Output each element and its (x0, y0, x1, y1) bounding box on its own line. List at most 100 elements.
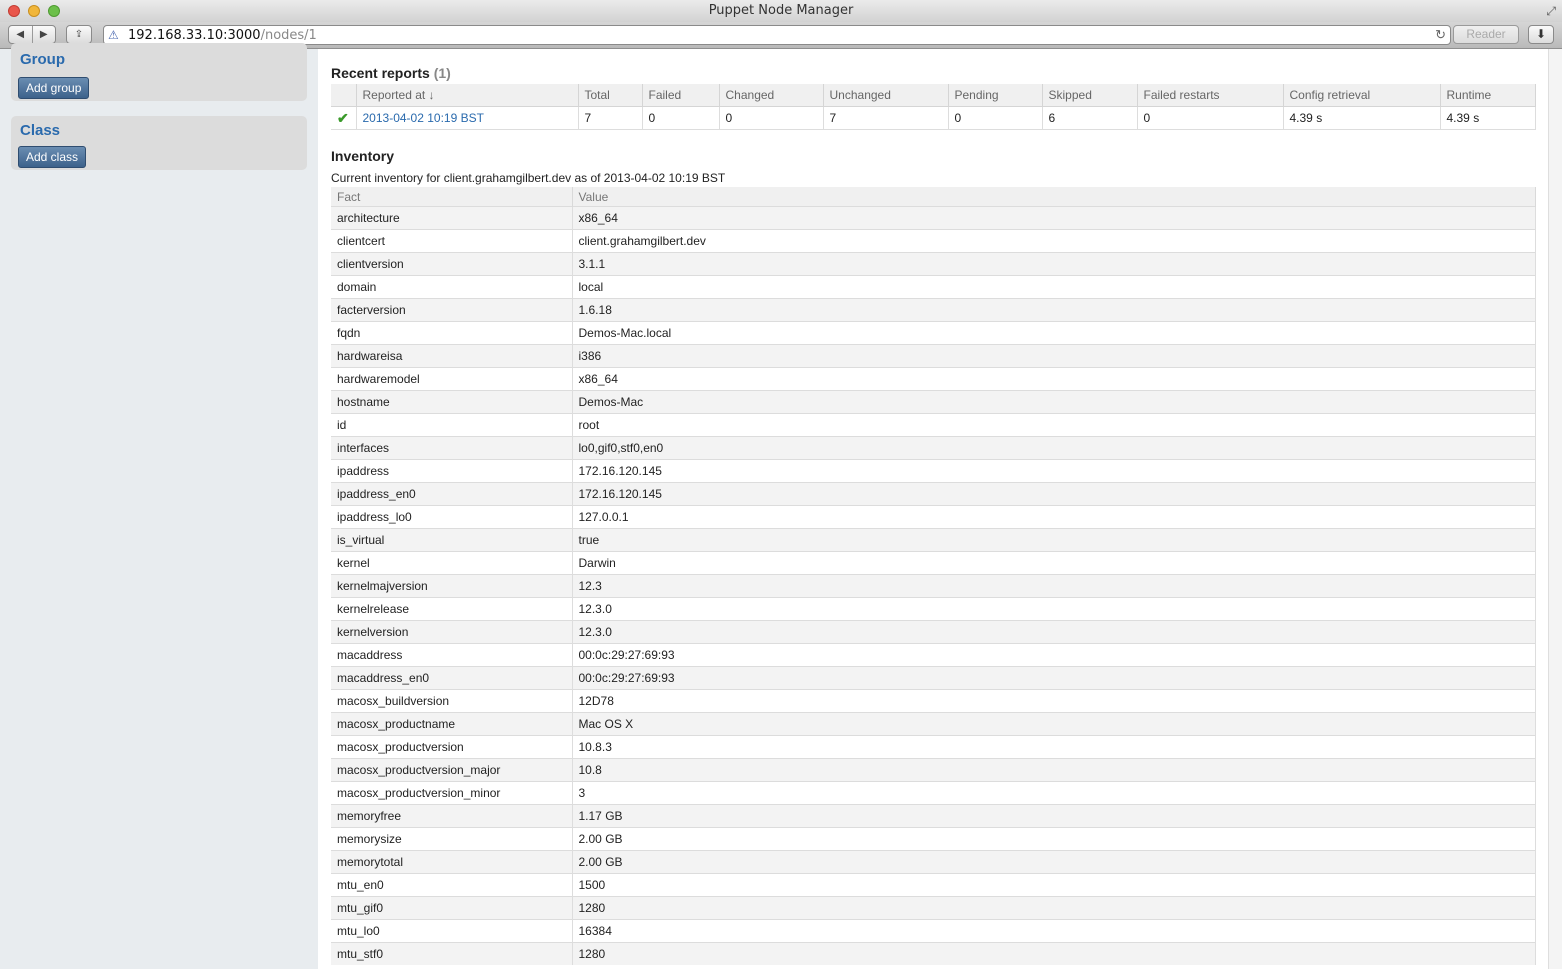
fact-value: 2.00 GB (572, 850, 1536, 874)
fact-name: kernelrelease (331, 597, 573, 621)
fact-row: kernelmajversion 12.3 (331, 574, 1536, 598)
fact-name: memoryfree (331, 804, 573, 828)
fact-name: hostname (331, 390, 573, 414)
reload-icon[interactable]: ↻ (1435, 27, 1446, 43)
fact-value: x86_64 (572, 367, 1536, 391)
fact-value: 10.8 (572, 758, 1536, 782)
reader-button[interactable]: Reader (1453, 25, 1519, 44)
fact-row: macosx_productversion_minor 3 (331, 781, 1536, 805)
skipped-cell: 6 (1042, 106, 1138, 130)
add-group-button[interactable]: Add group (18, 77, 90, 99)
fact-row: mtu_lo0 16384 (331, 919, 1536, 943)
fact-value: true (572, 528, 1536, 552)
forward-button[interactable]: ▶ (33, 26, 56, 43)
fact-value: client.grahamgilbert.dev (572, 229, 1536, 253)
fact-row: ipaddress_en0 172.16.120.145 (331, 482, 1536, 506)
fact-value: i386 (572, 344, 1536, 368)
fact-row: is_virtual true (331, 528, 1536, 552)
site-warning-icon: ⚠ (108, 28, 119, 42)
pending-cell: 0 (948, 106, 1043, 130)
downloads-button[interactable]: ⬇ (1528, 25, 1554, 44)
fact-value: x86_64 (572, 206, 1536, 230)
col-config-retrieval: Config retrieval (1283, 84, 1441, 107)
fact-value: 12.3.0 (572, 597, 1536, 621)
fact-name: macaddress (331, 643, 573, 667)
fact-name: id (331, 413, 573, 437)
address-bar[interactable]: ⚠ 192.168.33.10:3000/nodes/1 ↻ (103, 25, 1451, 45)
url-text: 192.168.33.10:3000/nodes/1 (128, 28, 317, 43)
col-reported-at[interactable]: Reported at ↓ (356, 84, 579, 107)
fact-value: 127.0.0.1 (572, 505, 1536, 529)
runtime-cell: 4.39 s (1440, 106, 1536, 130)
fact-name: mtu_stf0 (331, 942, 573, 965)
fact-name: memorysize (331, 827, 573, 851)
status-cell: ✔ (331, 106, 357, 130)
fact-value: 1280 (572, 896, 1536, 920)
fact-value: 3 (572, 781, 1536, 805)
report-link[interactable]: 2013-04-02 10:19 BST (363, 111, 484, 125)
fact-value: 1.6.18 (572, 298, 1536, 322)
fact-name: ipaddress_en0 (331, 482, 573, 506)
reports-table: Reported at ↓ Total Failed Changed Uncha… (331, 84, 1536, 130)
col-changed: Changed (719, 84, 824, 107)
fact-name: hardwareisa (331, 344, 573, 368)
fact-value: 1500 (572, 873, 1536, 897)
download-icon: ⬇ (1535, 27, 1547, 41)
unchanged-cell: 7 (823, 106, 949, 130)
fact-row: fqdn Demos-Mac.local (331, 321, 1536, 345)
back-button[interactable]: ◀ (9, 26, 33, 43)
back-forward-buttons: ◀ ▶ (8, 25, 56, 44)
col-skipped: Skipped (1042, 84, 1138, 107)
col-pending: Pending (948, 84, 1043, 107)
inventory-caption: Current inventory for client.grahamgilbe… (331, 171, 726, 185)
fact-name: mtu_lo0 (331, 919, 573, 943)
fact-row: hardwareisa i386 (331, 344, 1536, 368)
fact-name: macosx_buildversion (331, 689, 573, 713)
fact-row: macosx_productversion 10.8.3 (331, 735, 1536, 759)
url-host: 192.168.33.10:3000 (128, 28, 261, 43)
url-path: /nodes/1 (260, 28, 317, 43)
fact-row: memoryfree 1.17 GB (331, 804, 1536, 828)
page-scrollbar[interactable] (1548, 49, 1562, 969)
close-window-button[interactable] (8, 5, 20, 17)
fact-value: 00:0c:29:27:69:93 (572, 643, 1536, 667)
fact-name: is_virtual (331, 528, 573, 552)
fact-row: clientversion 3.1.1 (331, 252, 1536, 276)
reported-at-cell: 2013-04-02 10:19 BST (356, 106, 579, 130)
fact-row: mtu_stf0 1280 (331, 942, 1536, 965)
zoom-window-button[interactable] (48, 5, 60, 17)
share-button[interactable]: ⇪ (66, 25, 92, 44)
fact-row: ipaddress 172.16.120.145 (331, 459, 1536, 483)
fact-value: lo0,gif0,stf0,en0 (572, 436, 1536, 460)
minimize-window-button[interactable] (28, 5, 40, 17)
col-unchanged: Unchanged (823, 84, 949, 107)
inventory-body: architecture x86_64 clientcert client.graha… (331, 206, 1536, 965)
fact-value: 12D78 (572, 689, 1536, 713)
col-failed-restarts: Failed restarts (1137, 84, 1284, 107)
window-titlebar: Puppet Node Manager ⤢ (0, 0, 1562, 22)
col-status (331, 84, 357, 107)
fullscreen-icon[interactable]: ⤢ (1546, 3, 1556, 19)
add-class-button[interactable]: Add class (18, 146, 87, 168)
fact-value: 00:0c:29:27:69:93 (572, 666, 1536, 690)
fact-row: kernelrelease 12.3.0 (331, 597, 1536, 621)
fact-row: domain local (331, 275, 1536, 299)
report-row: ✔ 2013-04-02 10:19 BST 7 0 0 7 0 6 0 4.3… (331, 106, 1536, 130)
fact-name: macosx_productname (331, 712, 573, 736)
fact-name: kernelversion (331, 620, 573, 644)
fact-value: root (572, 413, 1536, 437)
total-cell: 7 (578, 106, 643, 130)
fact-row: macaddress_en0 00:0c:29:27:69:93 (331, 666, 1536, 690)
fact-name: domain (331, 275, 573, 299)
sidebar: Group Add group Class Add class (0, 43, 318, 969)
fact-value: Demos-Mac (572, 390, 1536, 414)
fact-value: 2.00 GB (572, 827, 1536, 851)
inventory-header-row: Fact Value (331, 187, 1536, 207)
fact-value: 172.16.120.145 (572, 459, 1536, 483)
fact-name: hardwaremodel (331, 367, 573, 391)
fact-name: macosx_productversion (331, 735, 573, 759)
fact-row: id root (331, 413, 1536, 437)
fact-row: hardwaremodel x86_64 (331, 367, 1536, 391)
fact-value: 12.3.0 (572, 620, 1536, 644)
fact-name: macosx_productversion_minor (331, 781, 573, 805)
